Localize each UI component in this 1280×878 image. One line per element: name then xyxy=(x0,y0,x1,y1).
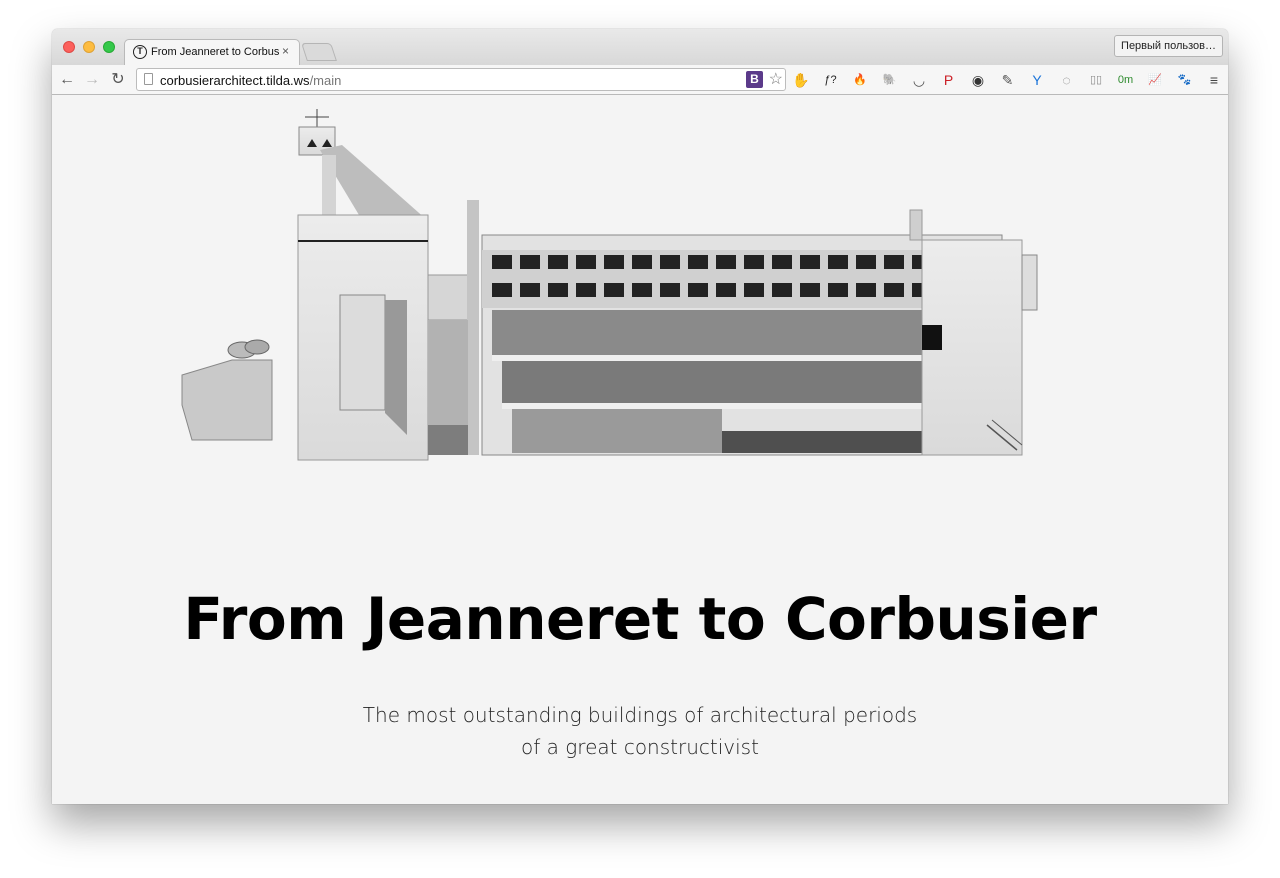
vk-icon[interactable]: B xyxy=(746,71,763,88)
fire-icon[interactable]: 🔥 xyxy=(851,71,869,89)
paw-icon[interactable]: 🐾 xyxy=(1176,71,1194,89)
forward-button[interactable]: → xyxy=(82,70,102,90)
building-window xyxy=(856,283,876,297)
building-window xyxy=(520,283,540,297)
building-window xyxy=(660,255,680,269)
tab-close-icon[interactable]: × xyxy=(282,44,289,58)
url-host: corbusierarchitect.tilda.ws xyxy=(160,73,310,88)
building-window xyxy=(492,283,512,297)
subtitle-line-1: The most outstanding buildings of archit… xyxy=(362,703,918,727)
building-window xyxy=(884,283,904,297)
building-window xyxy=(716,283,736,297)
building-window xyxy=(744,255,764,269)
timer-icon[interactable]: 0m xyxy=(1117,71,1135,89)
building-window xyxy=(688,255,708,269)
page-headline: From Jeanneret to Corbusier xyxy=(183,585,1097,653)
building-elevation-drawing xyxy=(181,109,1038,461)
building-window xyxy=(660,283,680,297)
address-bar[interactable]: corbusierarchitect.tilda.ws/main B ☆ xyxy=(136,68,786,91)
minimize-window-button[interactable] xyxy=(83,41,95,53)
evernote-icon[interactable]: 🐘 xyxy=(881,71,899,89)
building-window xyxy=(548,283,568,297)
menu-icon[interactable]: ≡ xyxy=(1205,71,1223,89)
browser-toolbar: ← → ↻ corbusierarchitect.tilda.ws/main B… xyxy=(52,65,1228,95)
building-window xyxy=(856,255,876,269)
font-finder-icon[interactable]: ƒ? xyxy=(822,71,840,89)
building-window xyxy=(772,283,792,297)
building-window xyxy=(744,283,764,297)
subtitle-line-2: of a great constructivist xyxy=(521,735,759,759)
bookmark-star-icon[interactable]: ☆ xyxy=(769,69,783,89)
building-window xyxy=(604,283,624,297)
building-window xyxy=(716,255,736,269)
new-tab-button[interactable] xyxy=(301,43,337,61)
lens-icon[interactable]: ◉ xyxy=(969,71,987,89)
building-window xyxy=(632,255,652,269)
building-window xyxy=(800,255,820,269)
tilda-favicon-icon: T xyxy=(133,45,147,59)
building-window xyxy=(884,255,904,269)
close-window-button[interactable] xyxy=(63,41,75,53)
stats-icon[interactable]: 📈 xyxy=(1146,71,1164,89)
back-button[interactable]: ← xyxy=(57,70,77,90)
pocket-icon[interactable]: ◡ xyxy=(910,71,928,89)
tab-title: From Jeanneret to Corbusier xyxy=(151,46,279,58)
tab-strip: T From Jeanneret to Corbusier × Первый п… xyxy=(52,29,1228,65)
building-window xyxy=(604,255,624,269)
building-window xyxy=(772,255,792,269)
browser-window: T From Jeanneret to Corbusier × Первый п… xyxy=(52,29,1228,804)
eyedropper-icon[interactable]: ✎ xyxy=(999,71,1017,89)
y-icon[interactable]: Y xyxy=(1028,71,1046,89)
page-content: From Jeanneret to Corbusier The most out… xyxy=(52,95,1228,804)
page-subtitle: The most outstanding buildings of archit… xyxy=(340,699,940,763)
building-window xyxy=(548,255,568,269)
building-window xyxy=(632,283,652,297)
building-window xyxy=(520,255,540,269)
url-text[interactable]: corbusierarchitect.tilda.ws/main xyxy=(160,73,341,88)
tab-active[interactable]: T From Jeanneret to Corbusier × xyxy=(124,39,300,65)
reload-button[interactable]: ↻ xyxy=(108,70,128,90)
reader-icon[interactable]: ▯▯ xyxy=(1087,71,1105,89)
building-window xyxy=(800,283,820,297)
building-window xyxy=(576,283,596,297)
refresh-ring-icon[interactable]: ◌ xyxy=(1058,71,1076,89)
building-window xyxy=(688,283,708,297)
zoom-window-button[interactable] xyxy=(103,41,115,53)
page-icon xyxy=(144,73,153,85)
building-window xyxy=(828,255,848,269)
adblock-icon[interactable]: ✋ xyxy=(792,71,810,89)
building-window xyxy=(576,255,596,269)
pinterest-icon[interactable]: P xyxy=(940,71,958,89)
url-path: /main xyxy=(309,73,342,88)
building-window xyxy=(828,283,848,297)
building-window xyxy=(492,255,512,269)
profile-button[interactable]: Первый пользов… xyxy=(1114,35,1223,57)
